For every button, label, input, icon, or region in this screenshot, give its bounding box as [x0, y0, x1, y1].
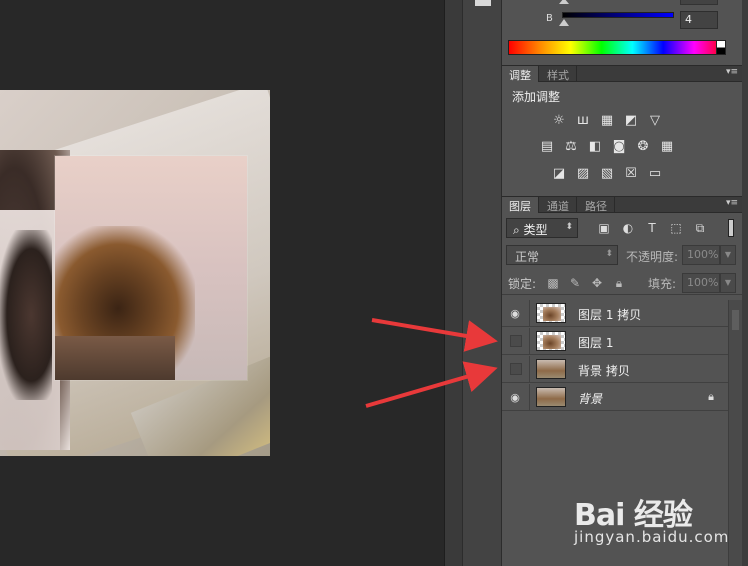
layer-row[interactable]: 图层 1 — [502, 328, 728, 355]
lock-icon: 🔒︎ — [708, 390, 714, 403]
opacity-label: 不透明度: — [626, 250, 679, 264]
lock-label: 锁定: — [508, 277, 537, 291]
select-arrow-icon: ⬍ — [565, 222, 573, 232]
adjustments-tabbar: 调整 样式 ▾≡ — [502, 65, 742, 82]
select-arrow-icon: ⬍ — [605, 249, 613, 259]
blend-row: 正常 ⬍ 不透明度: 100% ▼ — [502, 245, 742, 267]
filter-type-select[interactable]: ⌕ 类型 ⬍ — [506, 218, 578, 238]
eye-icon[interactable]: ◉ — [508, 306, 522, 320]
fill-field[interactable]: 100% — [682, 273, 720, 293]
layer-thumbnail — [536, 387, 566, 407]
tab-styles[interactable]: 样式 — [540, 66, 577, 82]
type-filter-icon[interactable]: T — [644, 220, 660, 236]
color-lookup-icon[interactable]: ▦ — [658, 138, 676, 154]
layer-name[interactable]: 背景 — [578, 390, 602, 407]
layer-row[interactable]: 背景 拷贝 — [502, 356, 728, 383]
layer-thumbnail — [536, 331, 566, 351]
tab-adjustments[interactable]: 调整 — [502, 66, 539, 82]
color-balance-icon[interactable]: ⚖ — [562, 138, 580, 154]
threshold-icon[interactable]: ▧ — [598, 165, 616, 181]
layer-name[interactable]: 图层 1 拷贝 — [578, 306, 641, 323]
b-value-field[interactable]: 4 — [680, 11, 718, 29]
photo-filter-icon[interactable]: ◙ — [610, 138, 628, 154]
brightness-contrast-icon[interactable]: ☼ — [550, 112, 568, 128]
collapsed-panel-dock[interactable] — [462, 0, 502, 566]
tab-paths[interactable]: 路径 — [578, 197, 615, 213]
panel-edge — [742, 0, 748, 566]
gradient-map-icon[interactable]: ▭ — [646, 165, 664, 181]
dock-icon[interactable] — [475, 0, 491, 6]
levels-icon[interactable]: ш — [574, 112, 592, 128]
shape-filter-icon[interactable]: ⬚ — [668, 220, 684, 236]
panel-menu-icon[interactable]: ▾≡ — [726, 67, 738, 77]
channel-mixer-icon[interactable]: ❂ — [634, 138, 652, 154]
smart-object-filter-icon[interactable]: ⧉ — [692, 220, 708, 236]
opacity-field[interactable]: 100% — [682, 245, 720, 265]
posterize-icon[interactable]: ▨ — [574, 165, 592, 181]
layer-row[interactable]: ◉ 背景 🔒︎ — [502, 384, 728, 411]
opacity-dropdown-icon[interactable]: ▼ — [720, 245, 736, 265]
selective-color-icon[interactable]: ☒ — [622, 165, 640, 181]
fill-dropdown-icon[interactable]: ▼ — [720, 273, 736, 293]
canvas-scrollbar[interactable] — [444, 0, 462, 566]
g-value-field[interactable] — [680, 0, 718, 5]
watermark-url: jingyan.baidu.com — [574, 528, 730, 546]
hue-saturation-icon[interactable]: ▤ — [538, 138, 556, 154]
layers-tabbar: 图层 通道 路径 ▾≡ — [502, 196, 742, 213]
b-channel-label: B — [546, 13, 553, 24]
lock-position-icon[interactable]: ✥ — [590, 276, 604, 290]
document-canvas[interactable] — [0, 0, 444, 566]
vibrance-icon[interactable]: ▽ — [646, 112, 664, 128]
filter-type-label: 类型 — [523, 223, 548, 237]
curves-icon[interactable]: ▦ — [598, 112, 616, 128]
lock-row: 锁定: ▩ ✎ ✥ 🔒︎ 填充: 100% ▼ — [502, 273, 742, 295]
layer-thumbnail — [536, 303, 566, 323]
color-spectrum[interactable] — [508, 40, 726, 55]
color-panel: B 4 — [502, 0, 742, 66]
document-image — [0, 90, 270, 456]
invert-icon[interactable]: ◪ — [550, 165, 568, 181]
layer-thumbnail — [536, 359, 566, 379]
black-white-icon[interactable]: ◧ — [586, 138, 604, 154]
lock-image-icon[interactable]: ✎ — [568, 276, 582, 290]
eye-icon[interactable]: ◉ — [508, 390, 522, 404]
lock-all-icon[interactable]: 🔒︎ — [612, 276, 626, 290]
layer-filter-bar: ⌕ 类型 ⬍ ▣ ◐ T ⬚ ⧉ — [502, 216, 742, 240]
lock-transparency-icon[interactable]: ▩ — [546, 276, 560, 290]
filter-toggle[interactable] — [728, 219, 734, 237]
watermark: Bai 经验 jingyan.baidu.com — [574, 490, 734, 556]
layers-menu-icon[interactable]: ▾≡ — [726, 198, 738, 208]
pixel-filter-icon[interactable]: ▣ — [596, 220, 612, 236]
tab-layers[interactable]: 图层 — [502, 197, 539, 213]
b-slider-knob[interactable] — [559, 19, 569, 26]
layer-name[interactable]: 图层 1 — [578, 334, 613, 351]
layer-copy-image — [55, 156, 247, 380]
layer-row[interactable]: ◉ 图层 1 拷贝 — [502, 300, 728, 327]
search-icon: ⌕ — [513, 223, 524, 237]
right-panels: B 4 调整 样式 ▾≡ 添加调整 ☼ ш ▦ ◩ ▽ ▤ ⚖ ◧ ◙ ❂ ▦ … — [502, 0, 742, 566]
fill-label: 填充: — [648, 277, 677, 291]
tab-channels[interactable]: 通道 — [540, 197, 577, 213]
exposure-icon[interactable]: ◩ — [622, 112, 640, 128]
g-slider-knob[interactable] — [559, 0, 569, 4]
visibility-toggle-off[interactable] — [510, 335, 522, 347]
blend-mode-value: 正常 — [515, 250, 540, 264]
b-slider[interactable] — [562, 12, 674, 18]
layer-name[interactable]: 背景 拷贝 — [578, 362, 630, 379]
blend-mode-select[interactable]: 正常 ⬍ — [506, 245, 618, 265]
visibility-toggle-off[interactable] — [510, 363, 522, 375]
add-adjustment-title: 添加调整 — [512, 90, 561, 104]
black-white-swatch[interactable] — [716, 40, 726, 55]
adjustment-filter-icon[interactable]: ◐ — [620, 220, 636, 236]
